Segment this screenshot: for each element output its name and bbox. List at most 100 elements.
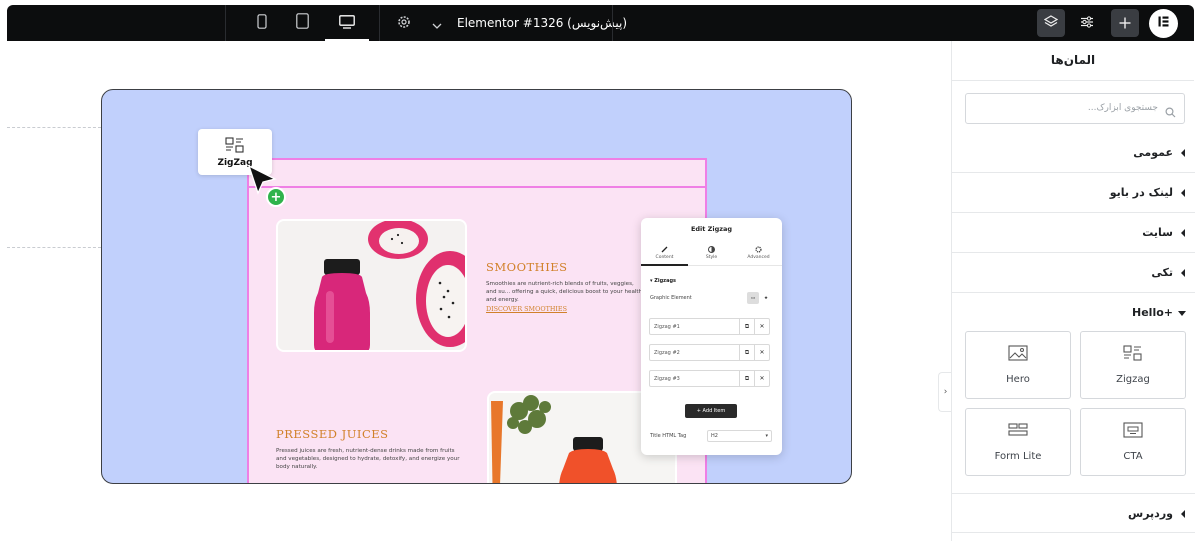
- duplicate-icon[interactable]: ⧉: [739, 319, 754, 334]
- category-link-in-bio[interactable]: لینک در بایو: [952, 173, 1195, 213]
- repeater-item-label: Zigzag #1: [654, 324, 680, 330]
- gear-icon: [397, 14, 411, 33]
- close-icon[interactable]: ✕: [754, 319, 769, 334]
- top-bar-divider: [612, 5, 613, 41]
- graphic-element-label: Graphic Element: [650, 295, 692, 301]
- preview-canvas: SMOOTHIES Smoothies are nutrient-rich bl…: [101, 89, 852, 484]
- discover-smoothies-link[interactable]: DISCOVER SMOOTHIES: [486, 305, 567, 313]
- top-bar-divider: [225, 5, 226, 41]
- tab-label: Advanced: [747, 254, 770, 260]
- caret-down-icon: [1178, 311, 1186, 316]
- caret-left-icon: [1181, 189, 1185, 197]
- repeater-item-label: Zigzag #2: [654, 350, 680, 356]
- tab-label: Content: [655, 254, 674, 260]
- category-label: سایت: [1142, 226, 1173, 239]
- structure-button[interactable]: [1037, 9, 1065, 37]
- top-bar: Elementor #1326 (پیش‌نویس): [7, 5, 1194, 41]
- add-item-button[interactable]: + Add Item: [685, 404, 737, 418]
- repeater-item[interactable]: Zigzag #3 ⧉ ✕: [649, 370, 770, 387]
- gear-icon: [755, 245, 762, 255]
- desktop-icon: [339, 14, 355, 33]
- section-title-pressed-juices: PRESSED JUICES: [276, 427, 389, 441]
- graphic-image-option[interactable]: ▭: [747, 292, 759, 304]
- caret-left-icon: [1181, 269, 1185, 277]
- widget-zigzag[interactable]: Zigzag: [1080, 331, 1186, 399]
- form-icon: [1008, 422, 1028, 442]
- graphic-icon-option[interactable]: ★: [760, 292, 772, 304]
- zigzag-icon: [1123, 345, 1143, 365]
- guide-line: [7, 247, 101, 248]
- chevron-down-icon: ▾: [765, 433, 768, 439]
- layers-icon: [1043, 14, 1059, 33]
- close-icon[interactable]: ✕: [754, 345, 769, 360]
- title-tag-select[interactable]: H2 ▾: [707, 430, 772, 442]
- category-general[interactable]: عمومی: [952, 133, 1195, 173]
- device-tablet-button[interactable]: [287, 5, 317, 41]
- panel-collapse-toggle[interactable]: ›: [938, 372, 952, 412]
- add-section-button[interactable]: +: [266, 187, 286, 207]
- contrast-icon: [708, 245, 715, 255]
- repeater-item[interactable]: Zigzag #2 ⧉ ✕: [649, 344, 770, 361]
- title-tag-label: Title HTML Tag: [650, 433, 687, 439]
- widget-search-input[interactable]: جستجوی ابزارک...: [965, 93, 1185, 124]
- category-wordpress[interactable]: وردپرس: [952, 493, 1195, 533]
- drop-indicator-line: [249, 186, 705, 188]
- widget-label: CTA: [1123, 451, 1143, 462]
- widget-label: Zigzag: [1116, 374, 1150, 385]
- category-label: عمومی: [1133, 146, 1173, 159]
- tab-style[interactable]: Style: [688, 240, 735, 265]
- device-mobile-button[interactable]: [247, 5, 277, 41]
- sliders-icon: [1080, 14, 1094, 33]
- category-hello-plus[interactable]: Hello+: [952, 293, 1195, 333]
- widget-hero[interactable]: Hero: [965, 331, 1071, 399]
- tab-content[interactable]: Content: [641, 240, 688, 266]
- device-desktop-button[interactable]: [325, 5, 369, 41]
- duplicate-icon[interactable]: ⧉: [739, 345, 754, 360]
- widget-label: Form Lite: [994, 451, 1042, 462]
- section-body-smoothies: Smoothies are nutrient-rich blends of fr…: [486, 281, 643, 303]
- category-single[interactable]: تکی: [952, 253, 1195, 293]
- category-label: تکی: [1151, 266, 1173, 279]
- chevron-down-icon: [432, 14, 442, 33]
- editor-window: Elementor #1326 (پیش‌نویس): [0, 0, 1200, 541]
- title-tag-value: H2: [711, 433, 718, 439]
- site-settings-button[interactable]: [1073, 9, 1101, 37]
- edit-zigzag-panel: Edit Zigzag Content Style Advanced ▾ Zig…: [641, 218, 782, 455]
- zigzags-section-toggle[interactable]: ▾ Zigzags: [650, 278, 676, 284]
- smoothie-image[interactable]: [276, 219, 467, 352]
- hero-image-icon: [1008, 345, 1028, 365]
- sidebar-title: المان‌ها: [952, 41, 1194, 81]
- cta-icon: [1123, 422, 1143, 442]
- caret-left-icon: [1181, 229, 1185, 237]
- repeater-item-label: Zigzag #3: [654, 376, 680, 382]
- category-label: Hello+: [1132, 306, 1173, 319]
- guide-line: [7, 127, 101, 128]
- top-bar-divider: [379, 5, 380, 41]
- section-label: Zigzags: [654, 278, 677, 284]
- widget-label: Hero: [1006, 374, 1030, 385]
- category-label: وردپرس: [1128, 507, 1173, 520]
- page-container[interactable]: SMOOTHIES Smoothies are nutrient-rich bl…: [247, 158, 707, 483]
- chevron-right-icon: ›: [943, 387, 948, 397]
- document-title[interactable]: Elementor #1326 (پیش‌نویس): [457, 5, 627, 41]
- caret-left-icon: [1181, 149, 1185, 157]
- duplicate-icon[interactable]: ⧉: [739, 371, 754, 386]
- page-settings-button[interactable]: [393, 5, 415, 41]
- tab-advanced[interactable]: Advanced: [735, 240, 782, 265]
- category-label: لینک در بایو: [1109, 186, 1173, 199]
- mobile-icon: [257, 13, 267, 33]
- pencil-icon: [661, 246, 668, 255]
- search-icon: [1165, 103, 1176, 122]
- document-menu-toggle[interactable]: [429, 5, 445, 41]
- section-title-smoothies: SMOOTHIES: [486, 260, 568, 274]
- repeater-item[interactable]: Zigzag #1 ⧉ ✕: [649, 318, 770, 335]
- widget-cta[interactable]: CTA: [1080, 408, 1186, 476]
- widget-form-lite[interactable]: Form Lite: [965, 408, 1071, 476]
- image-icon: ▭: [750, 295, 756, 301]
- category-site[interactable]: سایت: [952, 213, 1195, 253]
- caret-left-icon: [1181, 510, 1185, 518]
- edit-panel-tabs: Content Style Advanced: [641, 240, 782, 266]
- close-icon[interactable]: ✕: [754, 371, 769, 386]
- elementor-menu-button[interactable]: [1149, 9, 1178, 38]
- add-element-button[interactable]: [1111, 9, 1139, 37]
